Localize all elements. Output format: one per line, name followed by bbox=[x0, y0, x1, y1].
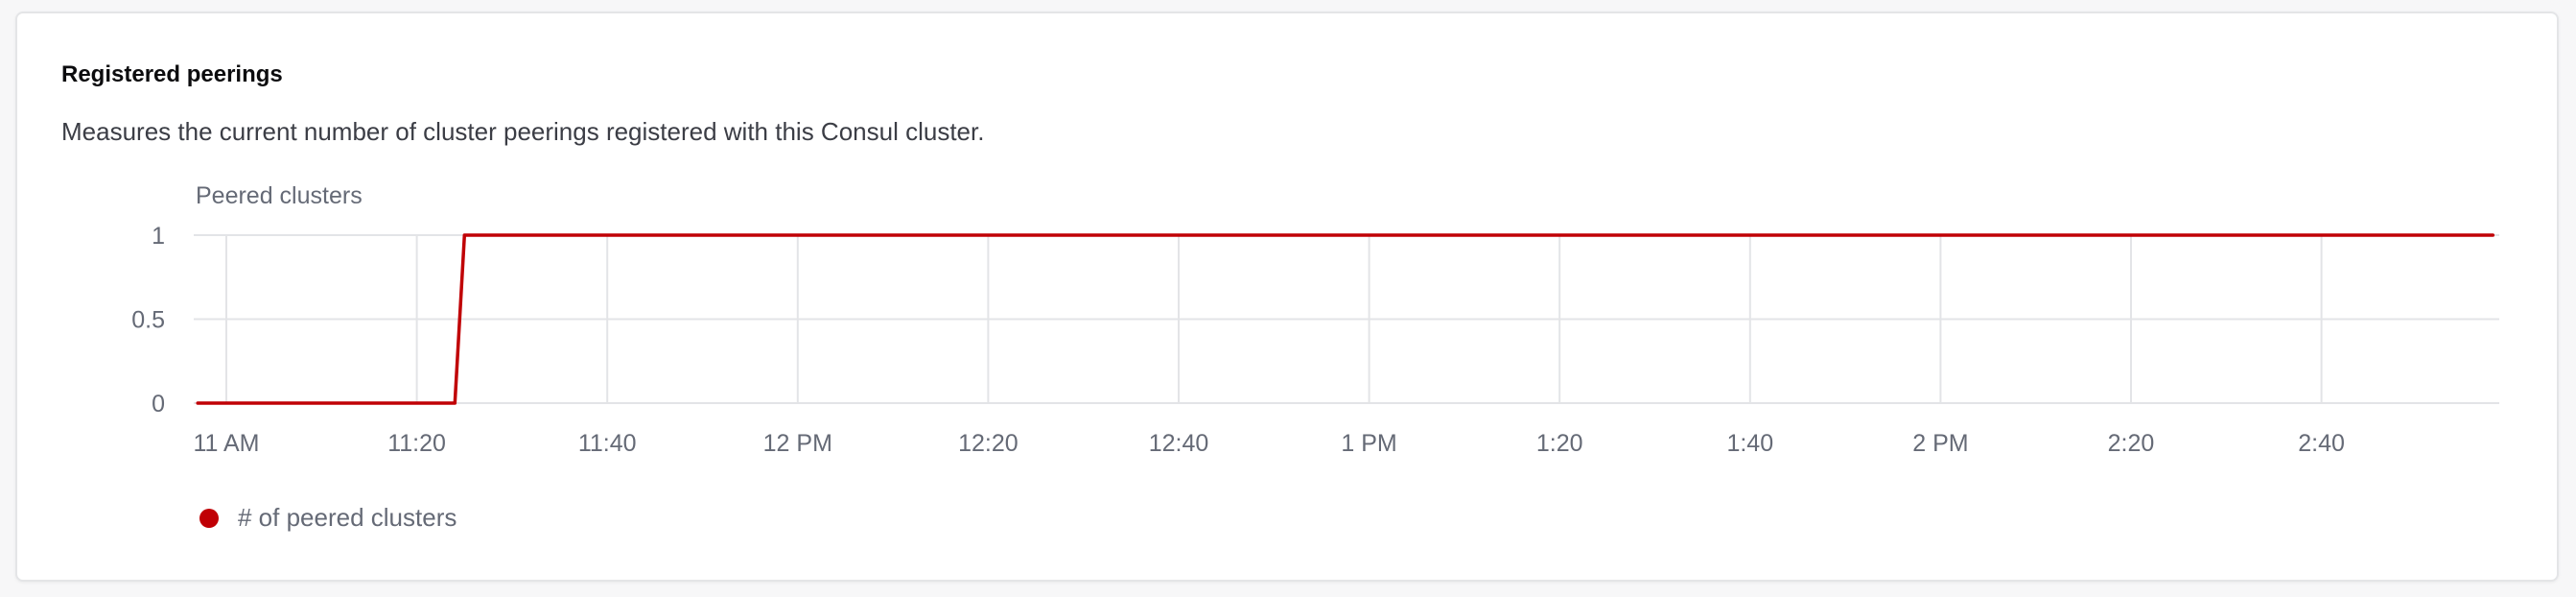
y-axis-ticks: 10.50 bbox=[131, 223, 165, 418]
x-tick-label: 11:20 bbox=[387, 430, 446, 457]
y-tick-label: 0 bbox=[152, 391, 165, 418]
x-tick-label: 2:20 bbox=[2108, 430, 2155, 457]
x-tick-label: 12 PM bbox=[763, 430, 832, 457]
x-tick-label: 1 PM bbox=[1341, 430, 1396, 457]
y-tick-label: 1 bbox=[152, 223, 165, 250]
y-axis-label: Peered clusters bbox=[196, 182, 363, 209]
x-tick-label: 2:40 bbox=[2298, 430, 2345, 457]
chart-legend: # of peered clusters bbox=[199, 503, 457, 533]
y-tick-label: 0.5 bbox=[131, 307, 165, 334]
x-tick-label: 11:40 bbox=[578, 430, 637, 457]
x-tick-label: 11 AM bbox=[193, 430, 259, 457]
x-tick-label: 12:40 bbox=[1149, 430, 1209, 457]
chart-grid bbox=[194, 234, 2499, 404]
legend-label: # of peered clusters bbox=[238, 503, 457, 532]
x-tick-label: 1:20 bbox=[1536, 430, 1583, 457]
x-tick-label: 1:40 bbox=[1726, 430, 1773, 457]
legend-swatch bbox=[199, 508, 219, 528]
x-axis-ticks: 11 AM 11:20 11:40 12 PM 12:20 12:40 1 PM 1:20 1:… bbox=[193, 430, 2344, 457]
x-tick-label: 2 PM bbox=[1912, 430, 1968, 457]
x-tick-label: 12:20 bbox=[958, 430, 1019, 457]
